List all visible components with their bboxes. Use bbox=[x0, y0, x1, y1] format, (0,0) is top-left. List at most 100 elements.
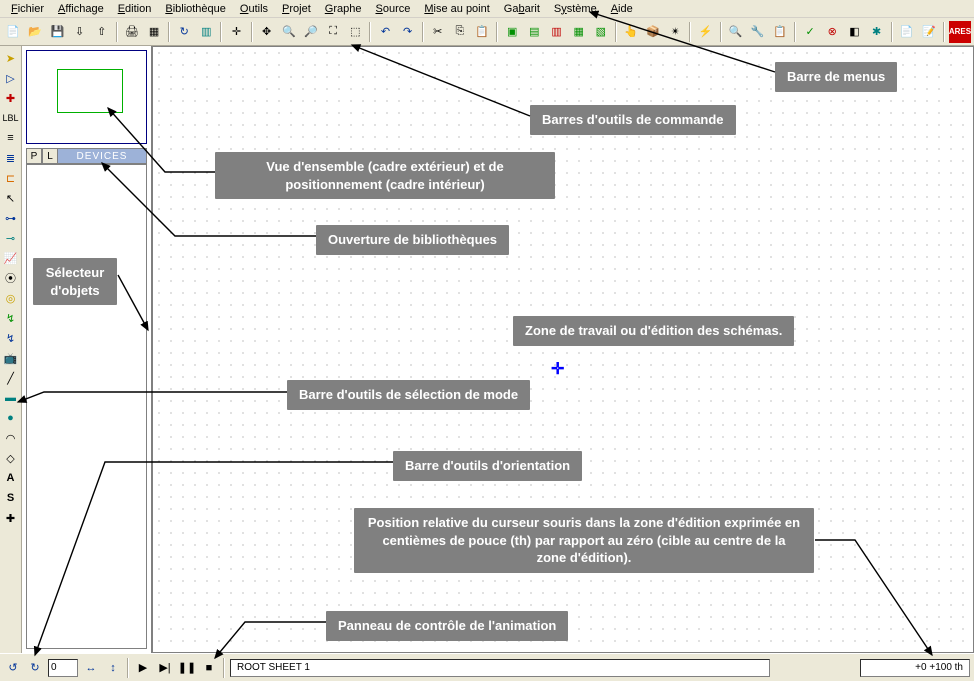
block-rotate-button[interactable]: ▥ bbox=[546, 21, 566, 43]
component-mode-button[interactable]: ▷ bbox=[1, 69, 21, 87]
symbol-mode-button[interactable]: S bbox=[1, 489, 21, 507]
rotate-ccw-button[interactable]: ↺ bbox=[3, 658, 23, 678]
zoom-out-button[interactable]: 🔎 bbox=[301, 21, 321, 43]
block-move-button[interactable]: ▤ bbox=[524, 21, 544, 43]
find-button[interactable]: 🔍 bbox=[726, 21, 746, 43]
bus-mode-button[interactable]: ≣ bbox=[1, 149, 21, 167]
block-copy-button[interactable]: ▣ bbox=[502, 21, 522, 43]
print-area-button[interactable]: ▦ bbox=[144, 21, 164, 43]
package-button[interactable]: 📦 bbox=[643, 21, 663, 43]
generator-mode-button[interactable]: ◎ bbox=[1, 289, 21, 307]
menu-gabarit[interactable]: Gabarit bbox=[497, 2, 547, 16]
callout-animation: Panneau de contrôle de l'animation bbox=[326, 611, 568, 641]
assign-button[interactable]: 🔧 bbox=[748, 21, 768, 43]
text-2d-button[interactable]: A bbox=[1, 469, 21, 487]
pause-button[interactable]: ❚❚ bbox=[177, 658, 197, 678]
overview-pane[interactable] bbox=[26, 50, 147, 144]
devices-tab[interactable]: DEVICES bbox=[58, 148, 147, 164]
menu-systeme[interactable]: Système bbox=[547, 2, 604, 16]
copy-button[interactable]: ⎘ bbox=[450, 21, 470, 43]
menu-miseaupoint[interactable]: Mise au point bbox=[417, 2, 496, 16]
menu-fichier[interactable]: FFichierichier bbox=[4, 2, 51, 16]
ares-button[interactable]: ARES bbox=[949, 21, 971, 43]
menu-source[interactable]: Source bbox=[368, 2, 417, 16]
decompose-button[interactable]: ✴ bbox=[665, 21, 685, 43]
save-button[interactable]: 💾 bbox=[47, 21, 67, 43]
zoom-all-button[interactable]: ⛶ bbox=[323, 21, 343, 43]
redo-button[interactable]: ↷ bbox=[398, 21, 418, 43]
compile-button[interactable]: ✱ bbox=[866, 21, 886, 43]
l-selector-button[interactable]: L bbox=[42, 148, 58, 164]
instant-edit-button[interactable]: ↖ bbox=[1, 189, 21, 207]
probe-voltage-button[interactable]: ↯ bbox=[1, 309, 21, 327]
grid-button[interactable]: ▥ bbox=[196, 21, 216, 43]
origin-button[interactable]: ✛ bbox=[226, 21, 246, 43]
wire-autoroute-button[interactable]: ⚡ bbox=[695, 21, 715, 43]
menu-affichage[interactable]: Affichage bbox=[51, 2, 111, 16]
callout-library: Ouverture de bibliothèques bbox=[316, 225, 509, 255]
callout-workzone: Zone de travail ou d'édition des schémas… bbox=[513, 316, 794, 346]
paste-button[interactable]: 📋 bbox=[472, 21, 492, 43]
menu-edition[interactable]: Edition bbox=[111, 2, 159, 16]
pin-mode-button[interactable]: ⊸ bbox=[1, 229, 21, 247]
rotation-angle-field[interactable]: 0 bbox=[48, 659, 78, 677]
import-button[interactable]: ⇩ bbox=[69, 21, 89, 43]
callout-selector: Sélecteur d'objets bbox=[33, 258, 117, 305]
marker-mode-button[interactable]: ✚ bbox=[1, 509, 21, 527]
sheet-name-field: ROOT SHEET 1 bbox=[230, 659, 770, 677]
zoom-in-button[interactable]: 🔍 bbox=[279, 21, 299, 43]
print-button[interactable]: 🖨 bbox=[122, 21, 142, 43]
notes-button[interactable]: 📝 bbox=[919, 21, 939, 43]
junction-mode-button[interactable]: ✚ bbox=[1, 89, 21, 107]
bom-button[interactable]: 📋 bbox=[770, 21, 790, 43]
callout-menus: Barre de menus bbox=[775, 62, 897, 92]
selection-mode-button[interactable]: ➤ bbox=[1, 49, 21, 67]
stop-button[interactable]: ■ bbox=[199, 658, 219, 678]
step-button[interactable]: ▶| bbox=[155, 658, 175, 678]
callout-command-toolbars: Barres d'outils de commande bbox=[530, 105, 736, 135]
menu-outils[interactable]: Outils bbox=[233, 2, 275, 16]
overview-viewport[interactable] bbox=[57, 69, 123, 113]
zoom-area-button[interactable]: ⬚ bbox=[345, 21, 365, 43]
circle-2d-button[interactable]: ● bbox=[1, 409, 21, 427]
subcircuit-mode-button[interactable]: ⊏ bbox=[1, 169, 21, 187]
tape-mode-button[interactable]: ⦿ bbox=[1, 269, 21, 287]
virtual-instrument-button[interactable]: 📺 bbox=[1, 349, 21, 367]
block-delete-button[interactable]: ▦ bbox=[569, 21, 589, 43]
erc-button[interactable]: ✓ bbox=[800, 21, 820, 43]
mode-toolbar: ➤ ▷ ✚ LBL ≡ ≣ ⊏ ↖ ⊶ ⊸ 📈 ⦿ ◎ ↯ ↯ 📺 ╱ ▬ ● … bbox=[0, 46, 22, 653]
menu-bibliotheque[interactable]: Bibliothèque bbox=[158, 2, 233, 16]
p-selector-button[interactable]: P bbox=[26, 148, 42, 164]
open-file-button[interactable]: 📂 bbox=[25, 21, 45, 43]
play-button[interactable]: ▶ bbox=[133, 658, 153, 678]
graph-mode-button[interactable]: 📈 bbox=[1, 249, 21, 267]
refresh-button[interactable]: ↻ bbox=[174, 21, 194, 43]
menu-aide[interactable]: Aide bbox=[604, 2, 640, 16]
path-2d-button[interactable]: ◇ bbox=[1, 449, 21, 467]
export-button[interactable]: ⇧ bbox=[92, 21, 112, 43]
mirror-vertical-button[interactable]: ↕ bbox=[103, 658, 123, 678]
menu-projet[interactable]: Projet bbox=[275, 2, 318, 16]
line-2d-button[interactable]: ╱ bbox=[1, 369, 21, 387]
script-mode-button[interactable]: ≡ bbox=[1, 129, 21, 147]
terminal-mode-button[interactable]: ⊶ bbox=[1, 209, 21, 227]
label-mode-button[interactable]: LBL bbox=[1, 109, 21, 127]
netlist-button[interactable]: ⊗ bbox=[822, 21, 842, 43]
pick-button[interactable]: 👆 bbox=[621, 21, 641, 43]
callout-overview: Vue d'ensemble (cadre extérieur) et de p… bbox=[215, 152, 555, 199]
cut-button[interactable]: ✂ bbox=[428, 21, 448, 43]
component-button[interactable]: ◧ bbox=[844, 21, 864, 43]
menu-graphe[interactable]: Graphe bbox=[318, 2, 369, 16]
object-selector-list[interactable] bbox=[26, 164, 147, 649]
report-button[interactable]: 📄 bbox=[897, 21, 917, 43]
probe-current-button[interactable]: ↯ bbox=[1, 329, 21, 347]
block-button[interactable]: ▧ bbox=[591, 21, 611, 43]
pan-button[interactable]: ✥ bbox=[257, 21, 277, 43]
new-file-button[interactable]: 📄 bbox=[3, 21, 23, 43]
box-2d-button[interactable]: ▬ bbox=[1, 389, 21, 407]
rotate-cw-button[interactable]: ↻ bbox=[25, 658, 45, 678]
mirror-horizontal-button[interactable]: ↔ bbox=[81, 658, 101, 678]
undo-button[interactable]: ↶ bbox=[375, 21, 395, 43]
arc-2d-button[interactable]: ◠ bbox=[1, 429, 21, 447]
callout-cursorpos: Position relative du curseur souris dans… bbox=[354, 508, 814, 573]
